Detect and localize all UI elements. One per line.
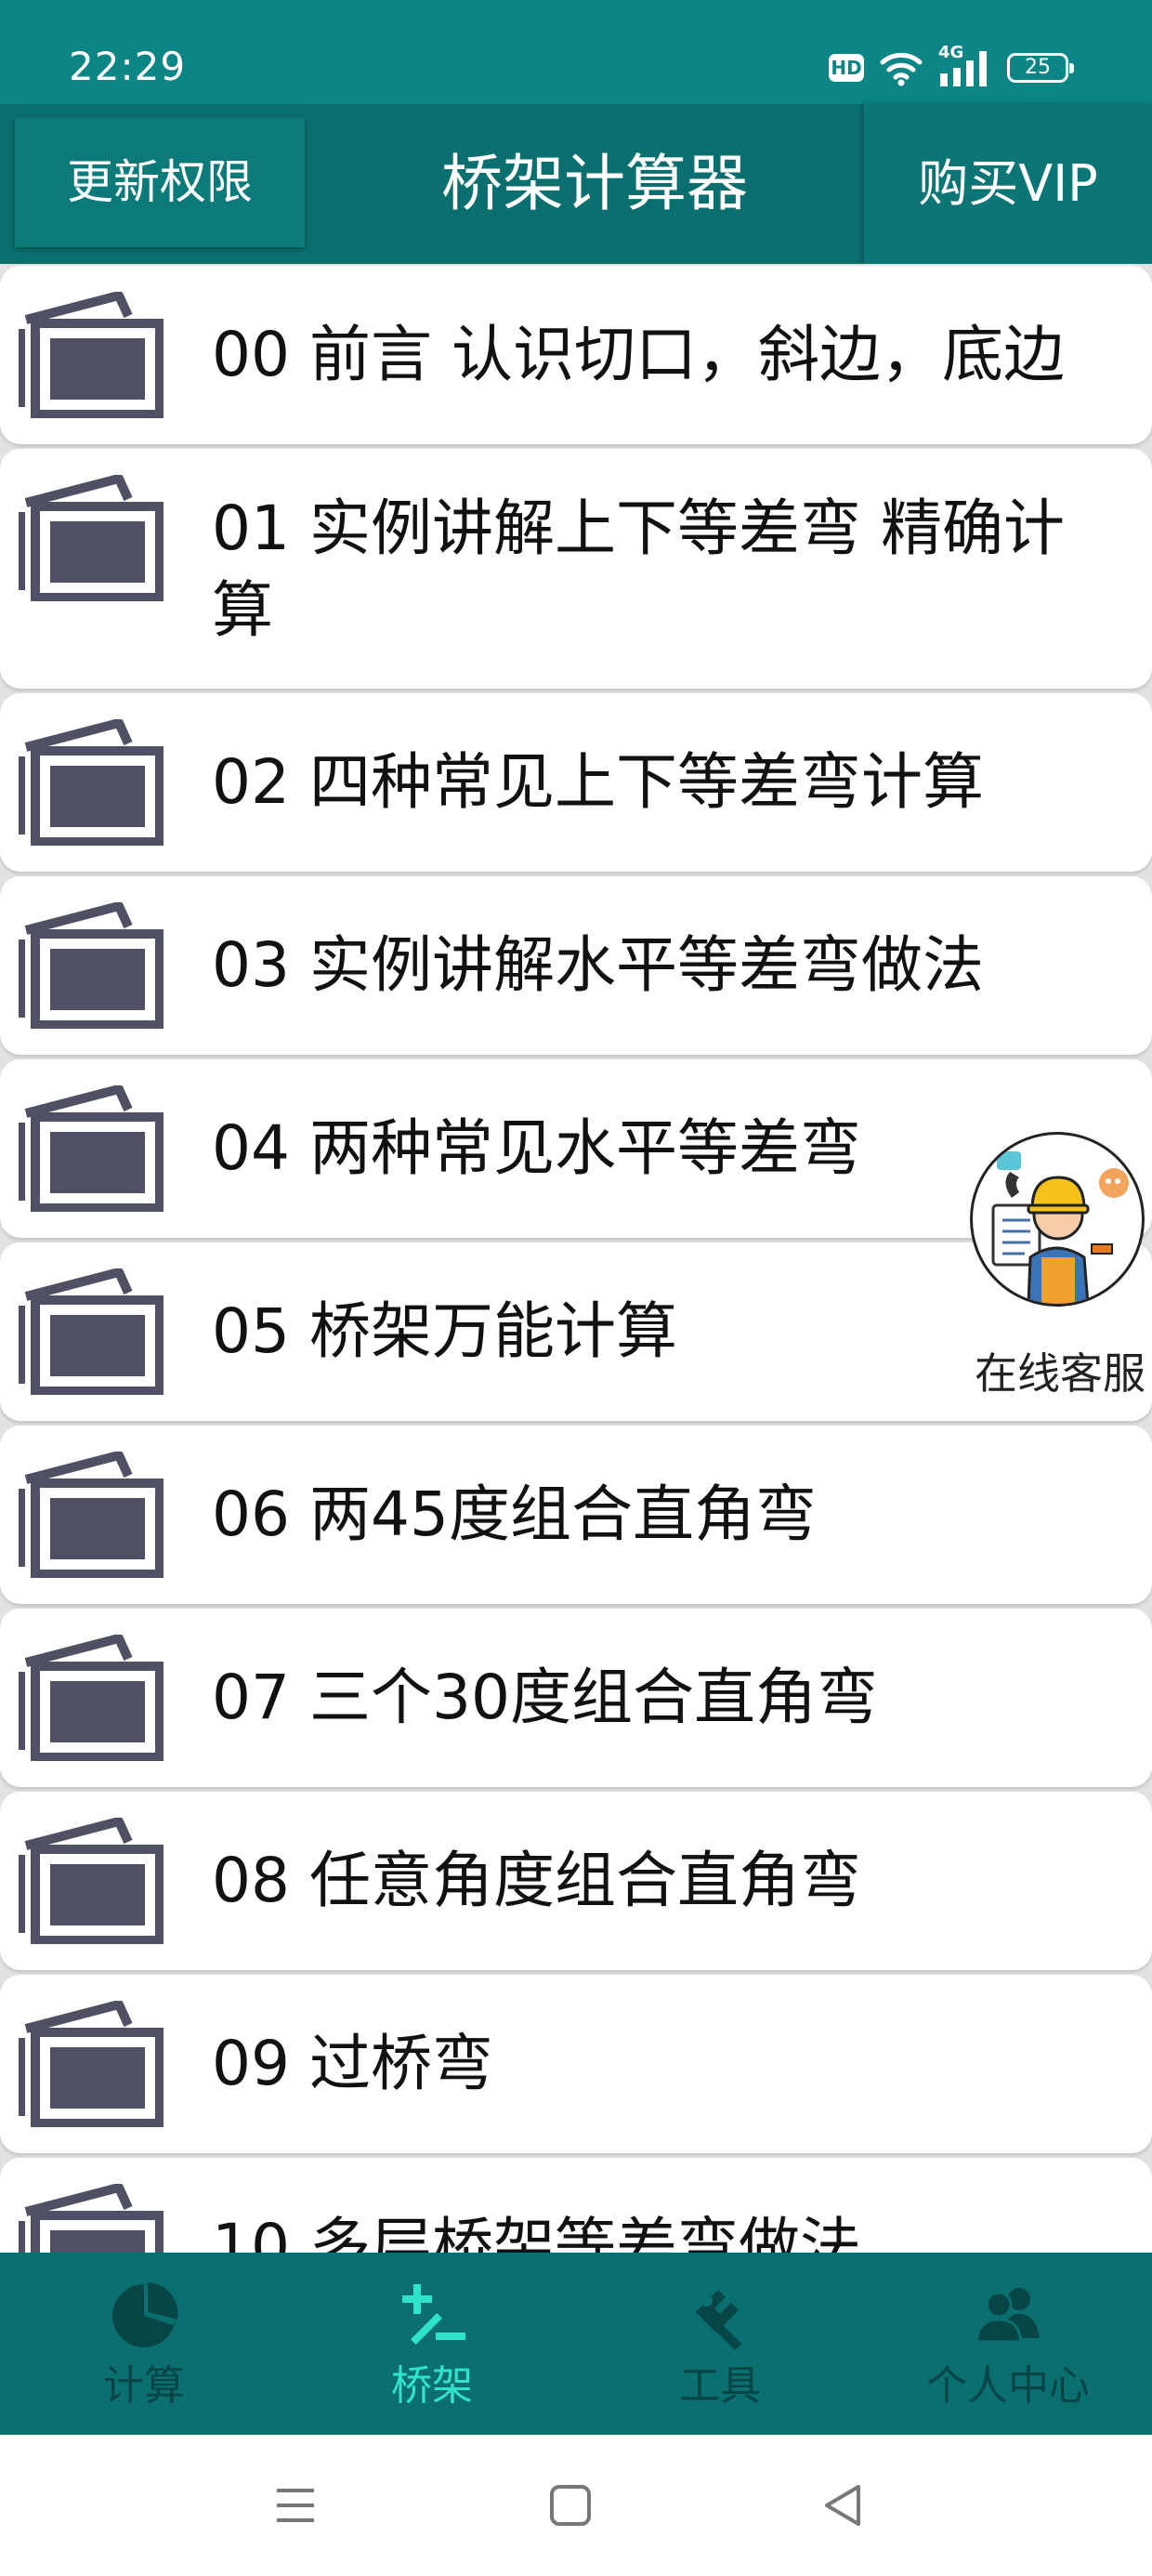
customer-service-label: 在线客服 bbox=[975, 1348, 1145, 1399]
battery-level: 25 bbox=[1025, 56, 1051, 79]
pie-chart-icon bbox=[112, 2282, 178, 2347]
tab-tools[interactable]: 工具 bbox=[576, 2253, 864, 2435]
signal-4g-icon: 4G bbox=[938, 44, 992, 88]
list-item[interactable]: 01 实例讲解上下等差弯 精确计算 bbox=[0, 449, 1152, 689]
folder-icon bbox=[19, 1635, 164, 1761]
list-item-label: 03 实例讲解水平等差弯做法 bbox=[212, 929, 984, 1001]
tab-label: 个人中心 bbox=[926, 2362, 1090, 2410]
tab-calculate[interactable]: 计算 bbox=[0, 2253, 288, 2435]
folder-icon bbox=[19, 292, 164, 418]
bottom-tab-bar: 计算 桥架 工具 个人中心 bbox=[0, 2253, 1152, 2435]
folder-icon bbox=[19, 719, 164, 846]
list-item[interactable]: 10 多层桥架等差弯做法 bbox=[0, 2158, 1152, 2253]
folder-icon bbox=[19, 1818, 164, 1944]
folder-icon bbox=[19, 2184, 164, 2253]
tab-label: 桥架 bbox=[391, 2362, 473, 2410]
tab-label: 计算 bbox=[103, 2362, 185, 2410]
wrench-icon bbox=[696, 2290, 742, 2351]
users-icon bbox=[975, 2288, 1040, 2344]
folder-icon bbox=[19, 1452, 164, 1578]
status-icons: HD 4G 25 bbox=[829, 43, 1074, 93]
list-item-label: 06 两45度组合直角弯 bbox=[212, 1479, 817, 1550]
list-item-label: 00 前言 认识切口，斜边，底边 bbox=[212, 319, 1065, 390]
list-item-label: 01 实例讲解上下等差弯 精确计算 bbox=[212, 493, 1065, 646]
folder-icon bbox=[19, 902, 164, 1029]
status-bar: 22:29 HD 4G 25 bbox=[0, 0, 1152, 104]
plus-minus-icon bbox=[402, 2284, 465, 2345]
list-item[interactable]: 09 过桥弯 bbox=[0, 1975, 1152, 2153]
tab-label: 工具 bbox=[679, 2362, 761, 2410]
buy-vip-button[interactable]: 购买VIP bbox=[864, 104, 1152, 264]
page-title: 桥架计算器 bbox=[441, 148, 748, 219]
battery-icon: 25 bbox=[1007, 53, 1074, 83]
list-item[interactable]: 08 任意角度组合直角弯 bbox=[0, 1792, 1152, 1970]
customer-service-button[interactable]: 在线客服 bbox=[968, 1132, 1152, 1411]
menu-icon[interactable] bbox=[266, 2476, 325, 2535]
system-navigation-bar bbox=[0, 2435, 1152, 2576]
update-permission-button[interactable]: 更新权限 bbox=[15, 117, 305, 247]
folder-icon bbox=[19, 2001, 164, 2127]
list-item-label: 07 三个30度组合直角弯 bbox=[212, 1662, 878, 1733]
list-item[interactable]: 00 前言 认识切口，斜边，底边 bbox=[0, 266, 1152, 444]
list-item-label: 10 多层桥架等差弯做法 bbox=[212, 2211, 861, 2253]
folder-icon bbox=[19, 1085, 164, 1212]
list-item[interactable]: 03 实例讲解水平等差弯做法 bbox=[0, 876, 1152, 1055]
tab-personal-center[interactable]: 个人中心 bbox=[864, 2253, 1152, 2435]
tab-bridge[interactable]: 桥架 bbox=[288, 2253, 576, 2435]
list-item-label: 02 四种常见上下等差弯计算 bbox=[212, 746, 984, 818]
customer-service-avatar-icon bbox=[970, 1132, 1145, 1307]
folder-icon bbox=[19, 475, 164, 601]
wifi-icon bbox=[880, 52, 923, 86]
list-item-label: 09 过桥弯 bbox=[212, 2028, 493, 2099]
status-time: 22:29 bbox=[69, 44, 187, 89]
back-icon[interactable] bbox=[814, 2476, 873, 2535]
list-item[interactable]: 02 四种常见上下等差弯计算 bbox=[0, 693, 1152, 872]
hd-badge: HD bbox=[829, 54, 864, 82]
app-bar: 更新权限 桥架计算器 购买VIP bbox=[0, 104, 1152, 264]
list-item[interactable]: 06 两45度组合直角弯 bbox=[0, 1426, 1152, 1604]
list-item[interactable]: 07 三个30度组合直角弯 bbox=[0, 1609, 1152, 1787]
folder-icon bbox=[19, 1268, 164, 1395]
list-item-label: 08 任意角度组合直角弯 bbox=[212, 1845, 861, 1916]
home-icon[interactable] bbox=[541, 2476, 600, 2535]
